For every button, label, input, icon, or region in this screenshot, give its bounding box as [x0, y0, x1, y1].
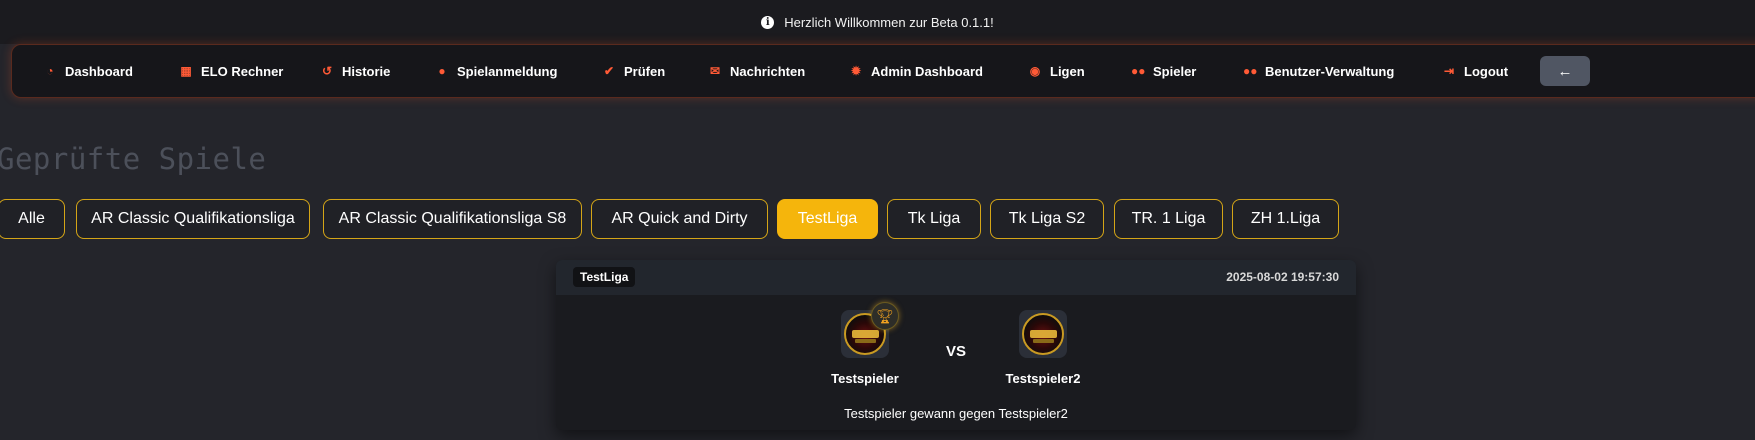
tab-ar-quick-and-dirty[interactable]: AR Quick and Dirty — [591, 199, 768, 239]
info-icon: i — [761, 15, 775, 29]
nav-benutzer-verwaltung[interactable]: ●● Benutzer-Verwaltung — [1243, 45, 1394, 97]
gear-icon: ✹ — [850, 64, 862, 78]
page-title: Geprüfte Spiele — [0, 142, 267, 176]
trophy-icon: 🏆︎ — [871, 302, 899, 330]
nav-label: Dashboard — [65, 63, 133, 79]
nav-admin-dashboard[interactable]: ✹ Admin Dashboard — [849, 45, 983, 97]
nav-label: Admin Dashboard — [871, 63, 983, 79]
nav-label: Spielanmeldung — [457, 63, 558, 79]
tab-ar-classic-qualifikationsliga[interactable]: AR Classic Qualifikationsliga — [76, 199, 310, 239]
nav-spieler[interactable]: ●● Spieler — [1131, 45, 1196, 97]
history-icon: ↺ — [321, 64, 333, 78]
nav-label: Spieler — [1153, 63, 1197, 79]
nav-historie[interactable]: ↺ Historie — [320, 45, 390, 97]
match-card: TestLiga 2025-08-02 19:57:30 🏆︎ Testspie… — [556, 260, 1356, 430]
check-icon: ✔ — [603, 64, 615, 78]
nav-label: ELO Rechner — [201, 63, 284, 79]
users-icon: ●● — [1131, 64, 1146, 78]
nav-label: Logout — [1464, 63, 1509, 79]
tab-tk-liga-s2[interactable]: Tk Liga S2 — [990, 199, 1104, 239]
nav-label: Ligen — [1050, 63, 1085, 79]
football-icon: ◉ — [1029, 64, 1041, 78]
nav-logout[interactable]: ⇥ Logout — [1442, 45, 1508, 97]
vs-label: VS — [946, 343, 967, 360]
nav-ligen[interactable]: ◉ Ligen — [1028, 45, 1085, 97]
match-date: 2025-08-02 19:57:30 — [1226, 270, 1339, 284]
tab-ar-classic-qualifikationsliga-s8[interactable]: AR Classic Qualifikationsliga S8 — [323, 199, 582, 239]
nav-spielanmeldung[interactable]: ● Spielanmeldung — [435, 45, 557, 97]
nav-label: Nachrichten — [730, 63, 806, 79]
tab-tr-1-liga[interactable]: TR. 1 Liga — [1114, 199, 1223, 239]
match-card-header: TestLiga 2025-08-02 19:57:30 — [556, 260, 1356, 295]
nav-label: Prüfen — [624, 63, 666, 79]
player2-avatar — [1019, 310, 1067, 358]
dice-icon: ● — [438, 64, 446, 78]
users-cog-icon: ●● — [1243, 64, 1258, 78]
tab-zh-1-liga[interactable]: ZH 1.Liga — [1232, 199, 1339, 239]
calculator-icon: ▦ — [180, 64, 192, 78]
tab-testliga[interactable]: TestLiga — [777, 199, 878, 239]
tab-tk-liga[interactable]: Tk Liga — [887, 199, 981, 239]
player1-name: Testspieler — [831, 371, 899, 386]
back-button[interactable]: ← — [1540, 56, 1590, 86]
nav-label: Benutzer-Verwaltung — [1265, 63, 1395, 79]
gauge-icon: ◔ — [46, 64, 54, 78]
nav-dashboard[interactable]: ◔ Dashboard — [43, 45, 133, 97]
club-logo — [1022, 313, 1064, 355]
logout-icon: ⇥ — [1443, 64, 1455, 78]
nav-pruefen[interactable]: ✔ Prüfen — [602, 45, 665, 97]
player2-name: Testspieler2 — [1005, 371, 1081, 386]
league-badge: TestLiga — [573, 267, 636, 287]
banner-text: Herzlich Willkommen zur Beta 0.1.1! — [784, 14, 994, 30]
match-result: Testspieler gewann gegen Testspieler2 — [844, 406, 1068, 421]
nav-label: Historie — [342, 63, 391, 79]
envelope-icon: ✉ — [709, 64, 721, 78]
nav-nachrichten[interactable]: ✉ Nachrichten — [708, 45, 805, 97]
nav-elo-rechner[interactable]: ▦ ELO Rechner — [179, 45, 283, 97]
arrow-left-icon: ← — [1557, 62, 1573, 80]
beta-banner: i Herzlich Willkommen zur Beta 0.1.1! — [0, 0, 1755, 44]
tab-alle[interactable]: Alle — [0, 199, 65, 239]
main-navbar: ◔ Dashboard ▦ ELO Rechner ↺ Historie ● S… — [11, 44, 1755, 98]
